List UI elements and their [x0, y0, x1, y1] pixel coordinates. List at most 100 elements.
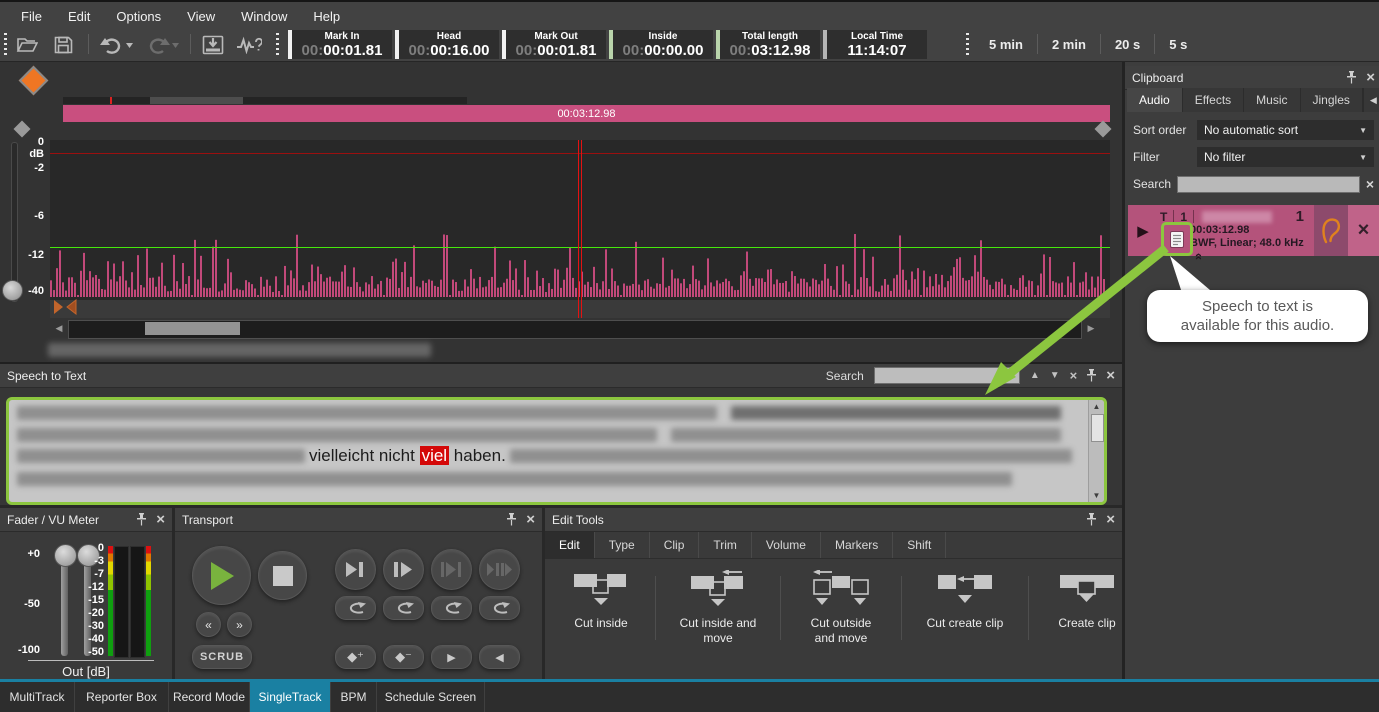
preset-2min[interactable]: 2 min: [1038, 37, 1100, 52]
item-close-button[interactable]: ×: [1348, 205, 1379, 256]
search-down-icon[interactable]: ▼: [1050, 370, 1060, 381]
tab-jingles[interactable]: Jingles: [1301, 88, 1363, 112]
preset-20s[interactable]: 20 s: [1101, 37, 1154, 52]
preset-5s[interactable]: 5 s: [1155, 37, 1201, 52]
close-icon[interactable]: ×: [1366, 72, 1375, 84]
scrollbar-thumb[interactable]: [145, 322, 240, 335]
menu-edit[interactable]: Edit: [55, 9, 103, 24]
close-icon[interactable]: ×: [1106, 514, 1115, 526]
scroll-left-arrow[interactable]: ◀: [52, 320, 66, 337]
menu-options[interactable]: Options: [103, 9, 174, 24]
sort-order-dropdown[interactable]: No automatic sort▼: [1197, 120, 1374, 140]
cut-inside-button[interactable]: Cut inside: [553, 570, 649, 646]
pin-icon[interactable]: [506, 513, 517, 526]
speech-to-text-doc-icon[interactable]: [1161, 222, 1193, 256]
transcript-scroll-up[interactable]: ▲: [1089, 400, 1104, 413]
search-clear-icon[interactable]: ×: [1070, 368, 1078, 383]
audio-item-body[interactable]: ▶ T 1 1 00:03:12.98 BWF, Linear; 48.0 kH…: [1128, 205, 1314, 256]
cut-create-clip-button[interactable]: Cut create clip: [908, 570, 1022, 646]
fader-left-knob[interactable]: [54, 544, 77, 567]
menu-window[interactable]: Window: [228, 9, 300, 24]
tabs-scroll-left-icon[interactable]: ◀: [1370, 95, 1377, 106]
speech-search-input[interactable]: [874, 367, 1020, 384]
play-to-mark-button[interactable]: [335, 549, 376, 590]
scrollbar-track[interactable]: [68, 320, 1082, 339]
search-up-icon[interactable]: ▲: [1030, 370, 1040, 381]
close-icon[interactable]: ×: [156, 514, 165, 526]
skip-forward-button[interactable]: »: [227, 612, 252, 637]
play-section-button[interactable]: [431, 549, 472, 590]
transcript-scrollbar[interactable]: ▲ ▼: [1088, 400, 1104, 502]
tab-audio[interactable]: Audio: [1127, 88, 1183, 112]
preset-5min[interactable]: 5 min: [975, 37, 1037, 52]
right-boundary-diamond[interactable]: [1095, 121, 1112, 138]
mark-out-field[interactable]: Mark Out 00:00:01.81: [502, 30, 606, 59]
fader-left-track[interactable]: [61, 554, 68, 656]
tab-record-mode[interactable]: Record Mode: [169, 682, 250, 712]
save-button[interactable]: [48, 31, 78, 58]
scrub-button[interactable]: SCRUB: [192, 645, 252, 669]
search-clear-icon[interactable]: ×: [1366, 176, 1374, 192]
scroll-right-arrow[interactable]: ▶: [1084, 320, 1098, 337]
pin-icon[interactable]: [1346, 71, 1357, 84]
filter-dropdown[interactable]: No filter▼: [1197, 147, 1374, 167]
tab-bpm[interactable]: BPM: [331, 682, 377, 712]
tab-singletrack[interactable]: SingleTrack: [250, 682, 331, 712]
open-file-button[interactable]: [12, 31, 42, 58]
transcript-scroll-down[interactable]: ▼: [1089, 489, 1104, 502]
pin-icon[interactable]: [1086, 369, 1097, 382]
pause-play-button[interactable]: [383, 549, 424, 590]
audio-duration-bar[interactable]: 00:03:12.98: [63, 105, 1110, 122]
toolbar-grip[interactable]: [4, 33, 7, 55]
clipboard-audio-item[interactable]: ▶ T 1 1 00:03:12.98 BWF, Linear; 48.0 kH…: [1128, 205, 1379, 256]
tab-trim[interactable]: Trim: [699, 532, 752, 558]
overview-bar[interactable]: [63, 97, 467, 104]
menu-file[interactable]: File: [8, 9, 55, 24]
clipboard-search-input[interactable]: [1177, 176, 1360, 193]
transcript-scroll-thumb[interactable]: [1091, 414, 1104, 442]
toolbar-grip[interactable]: [966, 33, 969, 55]
close-icon[interactable]: ×: [526, 514, 535, 526]
toolbar-grip[interactable]: [276, 33, 279, 55]
tab-multitrack[interactable]: MultiTrack: [0, 682, 75, 712]
transcript-area[interactable]: vielleicht nicht viel haben. ▲ ▼: [6, 397, 1107, 505]
tab-shift[interactable]: Shift: [893, 532, 946, 558]
pin-icon[interactable]: [136, 513, 147, 526]
menu-view[interactable]: View: [174, 9, 228, 24]
pin-icon[interactable]: [1086, 513, 1097, 526]
loop-button-3[interactable]: [431, 596, 472, 620]
remove-marker-button[interactable]: ◆⁻: [383, 645, 424, 669]
prelisten-ear-button[interactable]: [1314, 205, 1348, 256]
tab-markers[interactable]: Markers: [821, 532, 893, 558]
item-play-icon[interactable]: ▶: [1128, 205, 1158, 256]
tab-clip[interactable]: Clip: [650, 532, 700, 558]
zoom-slider-track[interactable]: [11, 142, 18, 302]
tab-effects[interactable]: Effects: [1183, 88, 1244, 112]
zoom-slider-knob[interactable]: [2, 280, 23, 301]
play-around-button[interactable]: [479, 549, 520, 590]
mark-in-field[interactable]: Mark In 00:00:01.81: [288, 30, 392, 59]
add-marker-button[interactable]: ◆⁺: [335, 645, 376, 669]
loop-button-2[interactable]: [383, 596, 424, 620]
playhead-line[interactable]: [578, 140, 579, 318]
import-audio-button[interactable]: [198, 31, 228, 58]
stop-button[interactable]: [258, 551, 307, 600]
inside-field[interactable]: Inside 00:00:00.00: [609, 30, 713, 59]
left-boundary-diamond[interactable]: [14, 121, 31, 138]
undo-button[interactable]: [96, 31, 136, 58]
head-field[interactable]: Head 00:00:16.00: [395, 30, 499, 59]
tab-volume[interactable]: Volume: [752, 532, 821, 558]
redo-button[interactable]: [142, 31, 182, 58]
collapse-chevron-icon[interactable]: »: [1191, 253, 1204, 260]
tab-reporter-box[interactable]: Reporter Box: [75, 682, 169, 712]
loop-button-1[interactable]: [335, 596, 376, 620]
next-marker-button[interactable]: ▶: [431, 645, 472, 669]
skip-back-button[interactable]: «: [196, 612, 221, 637]
tab-schedule-screen[interactable]: Schedule Screen: [377, 682, 485, 712]
waveform-plot[interactable]: [50, 140, 1110, 318]
tab-edit[interactable]: Edit: [545, 532, 595, 558]
play-button[interactable]: [192, 546, 251, 605]
local-time-field[interactable]: Local Time 11:14:07: [823, 30, 927, 59]
tab-type[interactable]: Type: [595, 532, 650, 558]
close-icon[interactable]: ×: [1106, 370, 1115, 382]
